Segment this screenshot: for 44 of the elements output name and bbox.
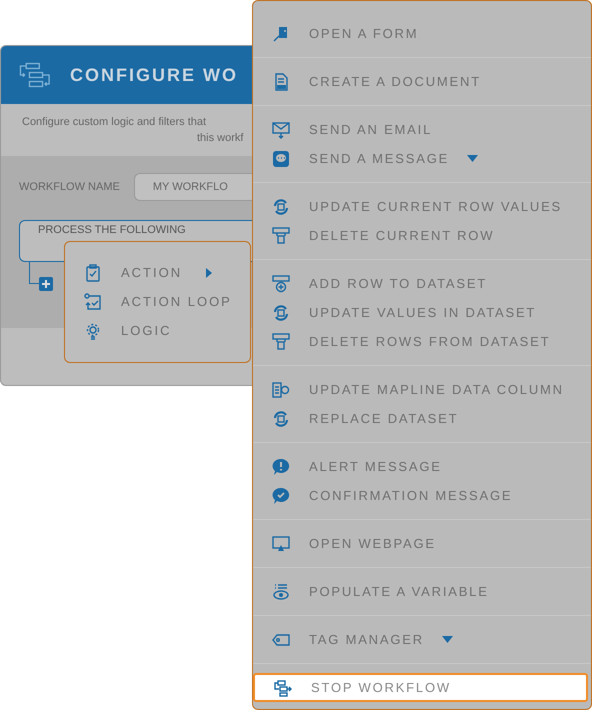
description-text: this workf	[196, 131, 244, 146]
menu-item[interactable]: UPDATE VALUES IN DATASET	[253, 298, 588, 327]
menu-item[interactable]: STOP WORKFLOW	[253, 673, 588, 702]
flowchart-icon	[274, 678, 292, 696]
menu-item[interactable]: ALERT MESSAGE	[253, 452, 588, 481]
menu-item[interactable]: ADD ROW TO DATASET	[253, 269, 588, 298]
field-label: WORKFLOW NAME	[19, 180, 120, 195]
loop-check-icon	[84, 292, 102, 310]
popup-item[interactable]: ACTION	[65, 258, 250, 287]
process-label: PROCESS THE FOLLOWING	[38, 224, 187, 237]
menu-item[interactable]: TAG MANAGER	[253, 625, 588, 654]
menu-item[interactable]: OPEN WEBPAGE	[253, 529, 588, 558]
monitor-icon	[272, 534, 290, 552]
door-icon	[272, 24, 290, 42]
dialog-title: CONFIGURE WO	[70, 64, 238, 86]
menu-item[interactable]: DELETE CURRENT ROW	[253, 221, 588, 250]
add-button[interactable]	[39, 277, 53, 291]
plus-icon	[42, 280, 50, 288]
eye-list-icon	[272, 582, 290, 600]
exclamation-bubble-icon	[272, 458, 290, 476]
menu-item[interactable]: SEND A MESSAGE	[253, 144, 588, 173]
popup-item[interactable]: LOGIC	[65, 316, 250, 345]
table-plus-icon	[272, 274, 290, 292]
lightbulb-icon	[84, 322, 102, 340]
menu-item[interactable]: DELETE ROWS FROM DATASET	[253, 327, 588, 356]
refresh-table-icon	[272, 198, 290, 216]
menu-item[interactable]: CONFIRMATION MESSAGE	[253, 481, 588, 510]
menu-item[interactable]: UPDATE CURRENT ROW VALUES	[253, 192, 588, 221]
clipboard-icon	[84, 264, 102, 282]
menu-item[interactable]: UPDATE MAPLINE DATA COLUMN	[253, 375, 588, 404]
workflow-name-field[interactable]: MY WORKFLO	[134, 173, 255, 201]
refresh-table-icon	[272, 410, 290, 428]
popup-item[interactable]: ACTION LOOP	[65, 287, 250, 316]
refresh-table-icon	[272, 304, 290, 322]
menu-item[interactable]: POPULATE A VARIABLE	[253, 577, 588, 606]
document-gear-icon	[272, 380, 290, 398]
menu-item[interactable]: REPLACE DATASET	[253, 404, 588, 433]
check-bubble-icon	[272, 486, 290, 504]
description-text: Configure custom logic and filters that	[21, 115, 208, 130]
chat-bubble-icon	[272, 150, 290, 168]
envelope-icon	[272, 120, 290, 138]
menu-item[interactable]: SEND AN EMAIL	[253, 115, 588, 144]
menu-item[interactable]: CREATE A DOCUMENT	[253, 67, 588, 96]
menu-item[interactable]: OPEN A FORM	[253, 19, 588, 48]
